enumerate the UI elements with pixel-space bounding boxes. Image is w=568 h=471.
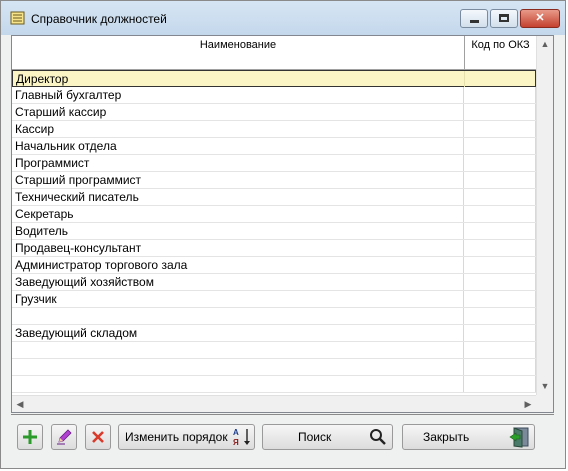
table-row[interactable]: Заведующий хозяйством [12,274,536,291]
edit-button[interactable] [51,424,77,450]
cell-okz-code[interactable] [464,359,536,375]
table-row[interactable] [12,359,536,376]
grid-rows: Директор Главный бухгалтер Старший кассир К… [12,70,537,393]
search-icon [370,429,386,445]
cell-position-name[interactable]: Главный бухгалтер [12,87,464,103]
cell-okz-code[interactable] [464,121,536,137]
cell-position-name[interactable]: Заведующий хозяйством [12,274,464,290]
cell-okz-code[interactable] [464,189,536,205]
table-row[interactable]: Технический писатель [12,189,536,206]
cell-okz-code[interactable] [465,71,537,87]
table-row[interactable]: Заведующий складом [12,325,536,342]
minimize-button[interactable] [460,9,488,28]
table-row[interactable]: Программист [12,155,536,172]
svg-text:Я: Я [233,438,239,447]
table-row[interactable]: Директор [12,70,537,87]
grid-header: Наименование Код по ОКЗ [12,36,537,70]
delete-button[interactable] [85,424,111,450]
cell-position-name[interactable]: Грузчик [12,291,464,307]
table-row[interactable] [12,308,536,325]
table-row[interactable]: Водитель [12,223,536,240]
horizontal-scrollbar[interactable]: ◀ ▶ [12,395,536,412]
table-row[interactable]: Продавец-консультант [12,240,536,257]
cell-position-name[interactable] [12,342,464,358]
title-bar[interactable]: Справочник должностей ✕ [1,1,565,35]
cell-okz-code[interactable] [464,223,536,239]
scroll-down-icon[interactable]: ▼ [537,378,553,395]
minimize-icon [470,20,479,23]
table-row[interactable]: Начальник отдела [12,138,536,155]
close-button[interactable]: Закрыть [402,424,535,450]
vertical-scrollbar[interactable]: ▲ ▼ [536,36,553,395]
cell-okz-code[interactable] [464,257,536,273]
close-label: Закрыть [423,430,470,444]
cell-position-name[interactable]: Технический писатель [12,189,464,205]
pencil-icon [57,429,72,445]
table-row[interactable]: Грузчик [12,291,536,308]
cell-okz-code[interactable] [464,104,536,120]
table-row[interactable]: Администратор торгового зала [12,257,536,274]
scroll-left-icon[interactable]: ◀ [12,396,28,412]
add-button[interactable] [17,424,43,450]
change-order-button[interactable]: Изменить порядок A Я [118,424,255,450]
cell-position-name[interactable] [12,376,464,392]
close-icon: ✕ [535,12,545,24]
cell-okz-code[interactable] [464,87,536,103]
scroll-up-icon[interactable]: ▲ [537,36,553,53]
cell-position-name[interactable]: Администратор торгового зала [12,257,464,273]
cell-position-name[interactable]: Старший программист [12,172,464,188]
cell-position-name[interactable]: Продавец-консультант [12,240,464,256]
table-row[interactable]: Старший кассир [12,104,536,121]
plus-icon [23,430,37,444]
table-row[interactable] [12,376,536,393]
positions-grid[interactable]: Наименование Код по ОКЗ Директор Главный … [11,35,554,413]
table-row[interactable]: Секретарь [12,206,536,223]
cell-position-name[interactable]: Кассир [12,121,464,137]
cell-position-name[interactable]: Директор [13,71,465,87]
cell-okz-code[interactable] [464,206,536,222]
cell-position-name[interactable]: Водитель [12,223,464,239]
column-header-name[interactable]: Наименование [12,36,465,69]
cell-okz-code[interactable] [464,155,536,171]
sort-az-icon: A Я [233,428,250,447]
search-button[interactable]: Поиск [262,424,393,450]
positions-directory-window: Справочник должностей ✕ Наименование Код… [0,0,566,469]
table-row[interactable]: Главный бухгалтер [12,87,536,104]
scroll-right-icon[interactable]: ▶ [520,396,536,412]
window-title: Справочник должностей [31,12,167,26]
notebook-icon [10,11,25,25]
table-row[interactable]: Кассир [12,121,536,138]
cell-okz-code[interactable] [464,291,536,307]
cell-position-name[interactable]: Секретарь [12,206,464,222]
cell-okz-code[interactable] [464,172,536,188]
cell-position-name[interactable]: Начальник отдела [12,138,464,154]
cell-okz-code[interactable] [464,240,536,256]
cell-position-name[interactable] [12,308,464,324]
cell-okz-code[interactable] [464,138,536,154]
cell-okz-code[interactable] [464,325,536,341]
cell-position-name[interactable] [12,359,464,375]
x-icon [92,431,104,443]
table-row[interactable]: Старший программист [12,172,536,189]
maximize-button[interactable] [490,9,518,28]
scrollbar-corner [536,395,553,412]
table-row[interactable] [12,342,536,359]
cell-position-name[interactable]: Программист [12,155,464,171]
cell-okz-code[interactable] [464,376,536,392]
change-order-label: Изменить порядок [125,430,228,444]
cell-okz-code[interactable] [464,342,536,358]
cell-okz-code[interactable] [464,274,536,290]
cell-position-name[interactable]: Заведующий складом [12,325,464,341]
cell-position-name[interactable]: Старший кассир [12,104,464,120]
search-label: Поиск [298,430,332,444]
column-header-okz-code[interactable]: Код по ОКЗ [465,36,537,69]
toolbar-divider [11,414,554,415]
close-window-button[interactable]: ✕ [520,9,560,28]
svg-text:A: A [233,428,239,437]
maximize-icon [499,14,509,22]
exit-door-icon [509,427,529,448]
cell-okz-code[interactable] [464,308,536,324]
